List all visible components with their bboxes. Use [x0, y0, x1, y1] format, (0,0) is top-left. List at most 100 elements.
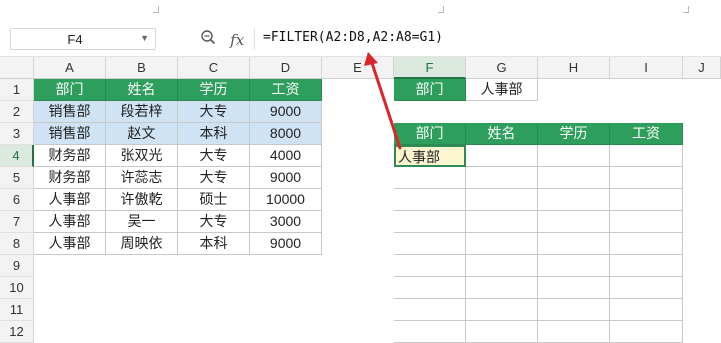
cell-b6[interactable]: 许傲乾 — [106, 189, 178, 211]
cell-f5[interactable] — [394, 167, 466, 189]
cell-g1[interactable]: 人事部 — [466, 79, 538, 101]
column-header-e[interactable]: E — [322, 57, 394, 79]
column-header-f[interactable]: F — [394, 57, 466, 79]
cell-a2[interactable]: 销售部 — [34, 101, 106, 123]
cell-i6[interactable] — [610, 189, 683, 211]
cell-f11[interactable] — [394, 299, 466, 321]
cell-i7[interactable] — [610, 211, 683, 233]
cell-h11[interactable] — [538, 299, 610, 321]
cell-d8[interactable]: 9000 — [250, 233, 322, 255]
cell-c4[interactable]: 大专 — [178, 145, 250, 167]
chevron-down-icon[interactable]: ▼ — [140, 33, 149, 43]
cell-c2[interactable]: 大专 — [178, 101, 250, 123]
cell-h10[interactable] — [538, 277, 610, 299]
cell-h5[interactable] — [538, 167, 610, 189]
cell-f1[interactable]: 部门 — [394, 79, 466, 101]
row-header-4[interactable]: 4 — [0, 145, 34, 167]
cell-h6[interactable] — [538, 189, 610, 211]
cell-c6[interactable]: 硕士 — [178, 189, 250, 211]
cell-g6[interactable] — [466, 189, 538, 211]
cell-h8[interactable] — [538, 233, 610, 255]
cell-g3[interactable]: 姓名 — [466, 123, 538, 145]
cell-d3[interactable]: 8000 — [250, 123, 322, 145]
cell-h4[interactable] — [538, 145, 610, 167]
cell-c8[interactable]: 本科 — [178, 233, 250, 255]
cell-f9[interactable] — [394, 255, 466, 277]
cell-h7[interactable] — [538, 211, 610, 233]
formula-divider — [254, 28, 255, 50]
formula-input[interactable]: =FILTER(A2:D8,A2:A8=G1) — [263, 30, 443, 45]
cell-i4[interactable] — [610, 145, 683, 167]
cell-i11[interactable] — [610, 299, 683, 321]
column-header-i[interactable]: I — [610, 57, 683, 79]
cell-i9[interactable] — [610, 255, 683, 277]
name-box[interactable]: F4 ▼ — [10, 28, 156, 50]
cell-c5[interactable]: 大专 — [178, 167, 250, 189]
cell-d2[interactable]: 9000 — [250, 101, 322, 123]
cell-a5[interactable]: 财务部 — [34, 167, 106, 189]
row-header-11[interactable]: 11 — [0, 299, 34, 321]
active-cell-f4[interactable]: 人事部 — [394, 145, 466, 167]
cell-b2[interactable]: 段若梓 — [106, 101, 178, 123]
cell-a7[interactable]: 人事部 — [34, 211, 106, 233]
row-header-9[interactable]: 9 — [0, 255, 34, 277]
column-header-j[interactable]: J — [683, 57, 721, 79]
cell-b8[interactable]: 周映依 — [106, 233, 178, 255]
cell-i3[interactable]: 工资 — [610, 123, 683, 145]
row-header-1[interactable]: 1 — [0, 79, 34, 101]
cell-a6[interactable]: 人事部 — [34, 189, 106, 211]
cell-f10[interactable] — [394, 277, 466, 299]
cell-f7[interactable] — [394, 211, 466, 233]
column-header-a[interactable]: A — [34, 57, 106, 79]
cell-i10[interactable] — [610, 277, 683, 299]
cell-g10[interactable] — [466, 277, 538, 299]
cell-a4[interactable]: 财务部 — [34, 145, 106, 167]
column-header-h[interactable]: H — [538, 57, 610, 79]
cell-g4[interactable] — [466, 145, 538, 167]
column-header-b[interactable]: B — [106, 57, 178, 79]
cell-b1[interactable]: 姓名 — [106, 79, 178, 101]
cell-b7[interactable]: 吴一 — [106, 211, 178, 233]
cell-f8[interactable] — [394, 233, 466, 255]
cell-g8[interactable] — [466, 233, 538, 255]
row-header-7[interactable]: 7 — [0, 211, 34, 233]
cell-b4[interactable]: 张双光 — [106, 145, 178, 167]
select-all-corner[interactable] — [0, 57, 34, 79]
cell-c1[interactable]: 学历 — [178, 79, 250, 101]
cell-g7[interactable] — [466, 211, 538, 233]
cell-d7[interactable]: 3000 — [250, 211, 322, 233]
cell-g5[interactable] — [466, 167, 538, 189]
cell-a3[interactable]: 销售部 — [34, 123, 106, 145]
cell-b5[interactable]: 许蕊志 — [106, 167, 178, 189]
cell-b3[interactable]: 赵文 — [106, 123, 178, 145]
row-header-2[interactable]: 2 — [0, 101, 34, 123]
cell-a1[interactable]: 部门 — [34, 79, 106, 101]
column-header-g[interactable]: G — [466, 57, 538, 79]
column-header-c[interactable]: C — [178, 57, 250, 79]
cell-g11[interactable] — [466, 299, 538, 321]
cell-d1[interactable]: 工资 — [250, 79, 322, 101]
row-header-5[interactable]: 5 — [0, 167, 34, 189]
formula-bar: F4 ▼ fx =FILTER(A2:D8,A2:A8=G1) — [0, 20, 721, 57]
cell-d4[interactable]: 4000 — [250, 145, 322, 167]
cell-c7[interactable]: 大专 — [178, 211, 250, 233]
row-header-8[interactable]: 8 — [0, 233, 34, 255]
cell-g9[interactable] — [466, 255, 538, 277]
row-header-6[interactable]: 6 — [0, 189, 34, 211]
cell-f6[interactable] — [394, 189, 466, 211]
fx-icon[interactable]: fx — [230, 31, 244, 49]
row-header-3[interactable]: 3 — [0, 123, 34, 145]
cell-c3[interactable]: 本科 — [178, 123, 250, 145]
cell-h9[interactable] — [538, 255, 610, 277]
cell-d6[interactable]: 10000 — [250, 189, 322, 211]
cell-d5[interactable]: 9000 — [250, 167, 322, 189]
toolbar-strip — [0, 0, 721, 20]
cell-h3[interactable]: 学历 — [538, 123, 610, 145]
cell-a8[interactable]: 人事部 — [34, 233, 106, 255]
cell-i5[interactable] — [610, 167, 683, 189]
column-header-d[interactable]: D — [250, 57, 322, 79]
cell-i8[interactable] — [610, 233, 683, 255]
row-header-10[interactable]: 10 — [0, 277, 34, 299]
zoom-icon[interactable] — [200, 29, 216, 49]
cell-f3[interactable]: 部门 — [394, 123, 466, 145]
